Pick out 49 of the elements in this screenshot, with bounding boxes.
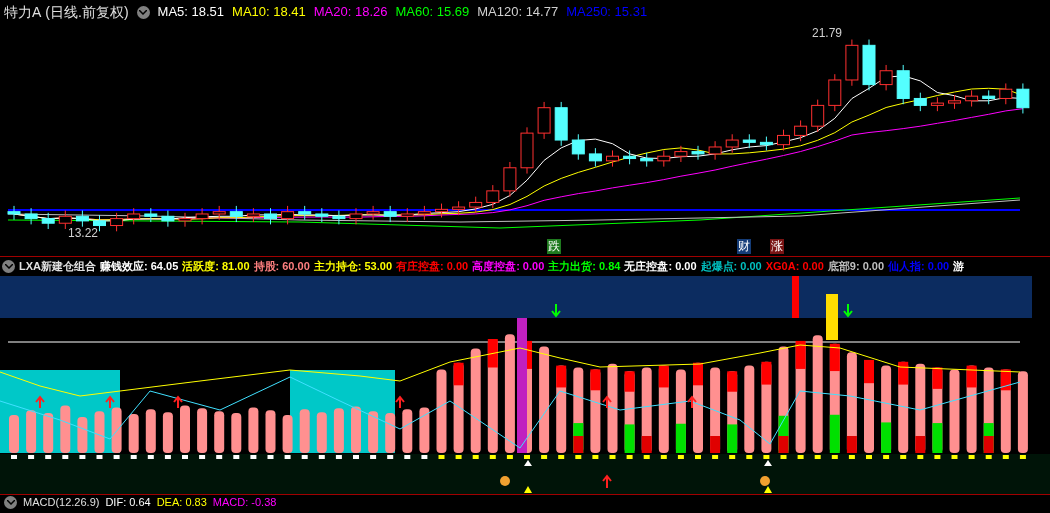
indicator-value: 活跃度: 81.00 bbox=[182, 259, 250, 275]
macd-title: MACD(12.26.9) bbox=[23, 496, 100, 509]
indicator-bar bbox=[792, 276, 799, 318]
indicator-value: 主力持仓: 53.00 bbox=[313, 259, 392, 275]
event-badge: 跌 bbox=[547, 239, 561, 254]
indicator-title: LXA新建仓组合 bbox=[19, 259, 96, 275]
dropdown-icon[interactable] bbox=[4, 496, 17, 509]
indicator-value: XG0A: 0.00 bbox=[765, 259, 824, 275]
indicator-value: MA5: 18.51 bbox=[157, 3, 225, 22]
up-arrow-icon bbox=[687, 395, 697, 409]
indicator-value: MA10: 18.41 bbox=[232, 3, 306, 22]
down-arrow-icon bbox=[551, 303, 561, 318]
up-arrow-icon bbox=[105, 395, 115, 409]
triangle-icon bbox=[524, 460, 532, 466]
up-arrow-icon bbox=[173, 395, 183, 409]
indicator-value: 底部9: 0.00 bbox=[827, 259, 885, 275]
down-arrow-icon bbox=[843, 303, 853, 318]
event-badge: 财 bbox=[737, 239, 751, 254]
triangle-icon bbox=[764, 486, 772, 493]
chart-mode: (日线.前复权) bbox=[45, 2, 129, 22]
indicator-value: MA120: 14.77 bbox=[477, 3, 559, 22]
indicator-value: MACD: -0.38 bbox=[212, 496, 277, 509]
up-arrow-icon bbox=[602, 395, 612, 409]
indicator-value: MA250: 15.31 bbox=[566, 3, 648, 22]
indicator-value: 主力出货: 0.84 bbox=[548, 259, 621, 275]
dropdown-icon[interactable] bbox=[2, 260, 15, 273]
up-arrow-icon bbox=[602, 474, 612, 489]
indicator-value: MA60: 15.69 bbox=[395, 3, 470, 22]
stock-title: 特力A bbox=[4, 2, 42, 22]
indicator-bar bbox=[826, 294, 838, 340]
indicator-value: 赚钱效应: 64.05 bbox=[100, 259, 179, 275]
triangle-icon bbox=[524, 486, 532, 493]
indicator-value: 仙人指: 0.00 bbox=[888, 259, 950, 275]
indicator-value: 高度控盘: 0.00 bbox=[472, 259, 545, 275]
indicator-value: 游 bbox=[953, 259, 965, 275]
event-badge: 涨 bbox=[770, 239, 784, 254]
indicator-value: MA20: 18.26 bbox=[313, 3, 388, 22]
dropdown-icon[interactable] bbox=[136, 5, 150, 19]
indicator-value: 有庄控盘: 0.00 bbox=[396, 259, 469, 275]
indicator-value: 无庄控盘: 0.00 bbox=[624, 259, 697, 275]
indicator-value: 起爆点: 0.00 bbox=[700, 259, 762, 275]
up-arrow-icon bbox=[35, 395, 45, 409]
triangle-icon bbox=[764, 460, 772, 466]
indicator-value: 持股: 60.00 bbox=[253, 259, 310, 275]
up-arrow-icon bbox=[395, 395, 405, 409]
indicator-value: DEA: 0.83 bbox=[156, 496, 207, 509]
low-price-label: 13.22 bbox=[68, 225, 99, 242]
high-price-label: 21.79 bbox=[812, 25, 843, 42]
indicator-value: DIF: 0.64 bbox=[105, 496, 151, 509]
